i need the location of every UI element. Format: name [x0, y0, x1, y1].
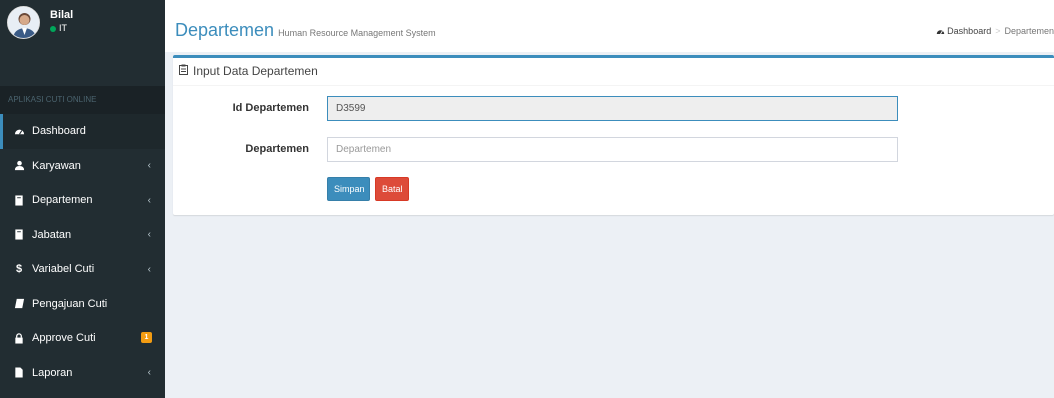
avatar — [7, 6, 40, 39]
chevron-left-icon: ‹ — [147, 367, 151, 379]
box-divider — [173, 85, 1054, 86]
sidebar-item-departemen[interactable]: Departemen ‹ — [0, 183, 165, 218]
document-icon — [13, 367, 25, 379]
sidebar-header: APLIKASI CUTI ONLINE — [0, 86, 165, 114]
sidebar-item-variabel-cuti[interactable]: $ Variabel Cuti ‹ — [0, 252, 165, 287]
page-title-text: Departemen — [175, 20, 275, 40]
clipboard-icon — [179, 64, 189, 78]
departemen-label: Departemen — [245, 143, 309, 155]
sidebar-item-approve-cuti[interactable]: Approve Cuti 1 — [0, 321, 165, 356]
chevron-left-icon: ‹ — [147, 160, 151, 172]
sidebar-item-label: Approve Cuti — [32, 332, 96, 345]
sidebar-menu: Dashboard Karyawan ‹ Departemen ‹ Jabata… — [0, 114, 165, 390]
breadcrumb: Dashboard > Departemen — [936, 26, 1054, 37]
book-icon — [13, 194, 25, 206]
sidebar-item-jabatan[interactable]: Jabatan ‹ — [0, 218, 165, 253]
user-panel: Bilal IT — [0, 0, 165, 70]
id-departemen-field[interactable] — [327, 96, 898, 121]
notification-badge: 1 — [141, 332, 152, 343]
user-icon — [13, 160, 25, 172]
file-icon — [13, 298, 25, 310]
sidebar-item-label: Karyawan — [32, 159, 81, 172]
sidebar-item-karyawan[interactable]: Karyawan ‹ — [0, 149, 165, 184]
dashboard-icon — [13, 125, 25, 137]
sidebar-item-label: Pengajuan Cuti — [32, 297, 108, 310]
breadcrumb-current: Departemen — [1004, 26, 1054, 36]
sidebar-item-pengajuan-cuti[interactable]: Pengajuan Cuti — [0, 287, 165, 322]
cancel-button[interactable]: Batal — [375, 177, 409, 201]
page-title: Departemen Human Resource Management Syst… — [175, 20, 436, 41]
user-department: IT — [59, 23, 67, 33]
box-title: Input Data Departemen — [179, 64, 318, 78]
page-subtitle: Human Resource Management System — [278, 28, 436, 38]
dollar-icon: $ — [15, 263, 23, 276]
input-form-box: Input Data Departemen Id Departemen Depa… — [173, 55, 1054, 215]
user-status: IT — [50, 23, 67, 33]
breadcrumb-separator: > — [995, 26, 1001, 36]
sidebar-item-label: Jabatan — [32, 228, 72, 241]
sidebar-item-label: Laporan — [32, 366, 73, 379]
sidebar-item-laporan[interactable]: Laporan ‹ — [0, 356, 165, 391]
chevron-left-icon: ‹ — [147, 229, 151, 241]
sidebar-item-label: Departemen — [32, 194, 93, 207]
lock-icon — [13, 332, 25, 344]
sidebar: Bilal IT APLIKASI CUTI ONLINE Dashboard … — [0, 0, 165, 398]
sidebar-item-label: Variabel Cuti — [32, 263, 95, 276]
departemen-field[interactable] — [327, 137, 898, 162]
user-name: Bilal — [50, 9, 74, 21]
chevron-left-icon: ‹ — [147, 194, 151, 206]
box-title-text: Input Data Departemen — [193, 64, 318, 78]
content-header: Departemen Human Resource Management Syst… — [165, 12, 1054, 52]
breadcrumb-home-link[interactable]: Dashboard — [947, 26, 991, 36]
book-icon — [13, 229, 25, 241]
sidebar-item-label: Dashboard — [32, 125, 86, 138]
id-departemen-label: Id Departemen — [232, 102, 309, 114]
sidebar-item-dashboard[interactable]: Dashboard — [0, 114, 165, 149]
chevron-left-icon: ‹ — [147, 263, 151, 275]
save-button[interactable]: Simpan — [327, 177, 370, 201]
online-status-icon — [50, 25, 56, 32]
user-avatar-icon — [8, 7, 39, 38]
dashboard-icon — [936, 27, 945, 37]
